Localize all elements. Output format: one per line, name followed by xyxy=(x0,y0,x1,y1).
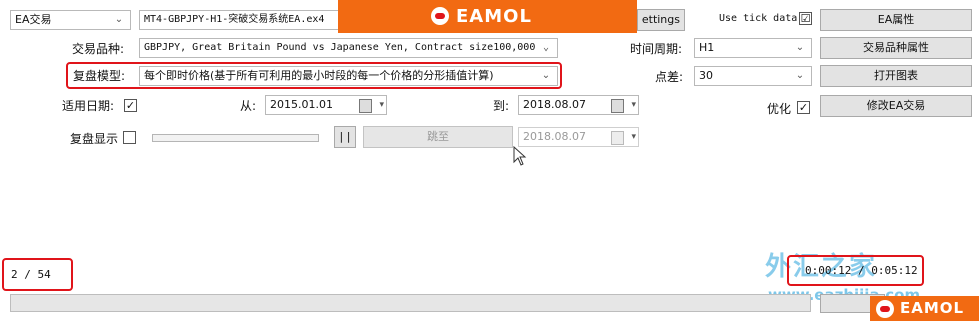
pause-button[interactable]: | | xyxy=(334,126,356,148)
open-chart-button[interactable]: 打开图表 xyxy=(820,65,972,87)
chevron-down-icon: ⌄ xyxy=(114,14,124,25)
calendar-icon xyxy=(611,99,624,113)
to-label: 到: xyxy=(493,99,510,113)
period-label: 时间周期: xyxy=(630,42,683,56)
from-label: 从: xyxy=(240,99,257,113)
ea-type-select[interactable]: EA交易 ⌄ xyxy=(10,10,131,30)
chevron-down-icon: ⌄ xyxy=(542,42,550,53)
skip-to-button[interactable]: 跳至 xyxy=(363,126,513,148)
from-date-picker[interactable]: 2015.01.01 ▾ xyxy=(265,95,387,115)
modify-ea-button[interactable]: 修改EA交易 xyxy=(820,95,972,117)
chevron-down-icon: ⌄ xyxy=(795,70,805,81)
optimization-checkbox[interactable]: ✓ xyxy=(797,101,810,114)
use-date-label: 适用日期: xyxy=(62,99,115,113)
eamol-corner-text: EAMOL xyxy=(900,299,965,317)
eamol-logo-corner: EAMOL xyxy=(870,296,979,321)
mouse-cursor-icon xyxy=(513,146,527,166)
expert-select[interactable]: MT4-GBPJPY-H1-突破交易系统EA.ex4 xyxy=(139,10,339,30)
eamol-robot-icon xyxy=(431,7,449,25)
skip-to-date-value: 2018.08.07 xyxy=(523,130,586,143)
chevron-down-icon: ▾ xyxy=(631,132,636,142)
eamol-logo-banner: EAMOL xyxy=(338,0,637,33)
to-date-value: 2018.08.07 xyxy=(523,98,586,111)
ea-type-value: EA交易 xyxy=(15,13,52,26)
period-value: H1 xyxy=(699,41,715,54)
ea-properties-button[interactable]: EA属性 xyxy=(820,9,972,31)
settings-button[interactable]: ettings xyxy=(637,9,685,31)
period-select[interactable]: H1 ⌄ xyxy=(694,38,812,58)
eamol-logo-text: EAMOL xyxy=(456,6,532,27)
from-date-value: 2015.01.01 xyxy=(270,98,333,111)
elapsed-time: 0:00:12 / 0:05:12 xyxy=(805,264,918,277)
symbol-properties-button[interactable]: 交易品种属性 xyxy=(820,37,972,59)
eamol-robot-icon xyxy=(876,300,894,318)
skip-to-date-picker[interactable]: 2018.08.07 ▾ xyxy=(518,127,639,147)
spread-select[interactable]: 30 ⌄ xyxy=(694,66,812,86)
chevron-down-icon: ▾ xyxy=(379,100,384,110)
model-label: 复盘模型: xyxy=(73,69,126,83)
use-tick-data-label: Use tick data xyxy=(719,13,798,24)
symbol-value: GBPJPY, Great Britain Pound vs Japanese … xyxy=(144,42,536,53)
use-date-checkbox[interactable]: ✓ xyxy=(124,99,137,112)
model-value: 每个即时价格(基于所有可利用的最小时段的每一个价格的分形插值计算) xyxy=(144,69,494,82)
model-select[interactable]: 每个即时价格(基于所有可利用的最小时段的每一个价格的分形插值计算) ⌄ xyxy=(139,66,558,86)
calendar-icon xyxy=(611,131,624,145)
spread-label: 点差: xyxy=(655,70,684,84)
symbol-select[interactable]: GBPJPY, Great Britain Pound vs Japanese … xyxy=(139,38,558,58)
expert-value: MT4-GBPJPY-H1-突破交易系统EA.ex4 xyxy=(144,14,325,25)
symbol-label: 交易品种: xyxy=(72,42,125,56)
to-date-picker[interactable]: 2018.08.07 ▾ xyxy=(518,95,639,115)
chevron-down-icon: ▾ xyxy=(631,100,636,110)
visual-mode-label: 复盘显示 xyxy=(70,132,119,146)
visual-speed-slider[interactable] xyxy=(152,134,319,142)
chevron-down-icon: ⌄ xyxy=(795,42,805,53)
calendar-icon xyxy=(359,99,372,113)
test-progress-bar xyxy=(10,294,811,312)
chevron-down-icon: ⌄ xyxy=(541,70,551,81)
use-tick-data-checkbox[interactable]: ☑ xyxy=(799,12,812,25)
pass-count: 2 / 54 xyxy=(11,268,51,281)
optimization-label: 优化 xyxy=(767,102,792,116)
visual-mode-checkbox[interactable] xyxy=(123,131,136,144)
spread-value: 30 xyxy=(699,69,713,82)
